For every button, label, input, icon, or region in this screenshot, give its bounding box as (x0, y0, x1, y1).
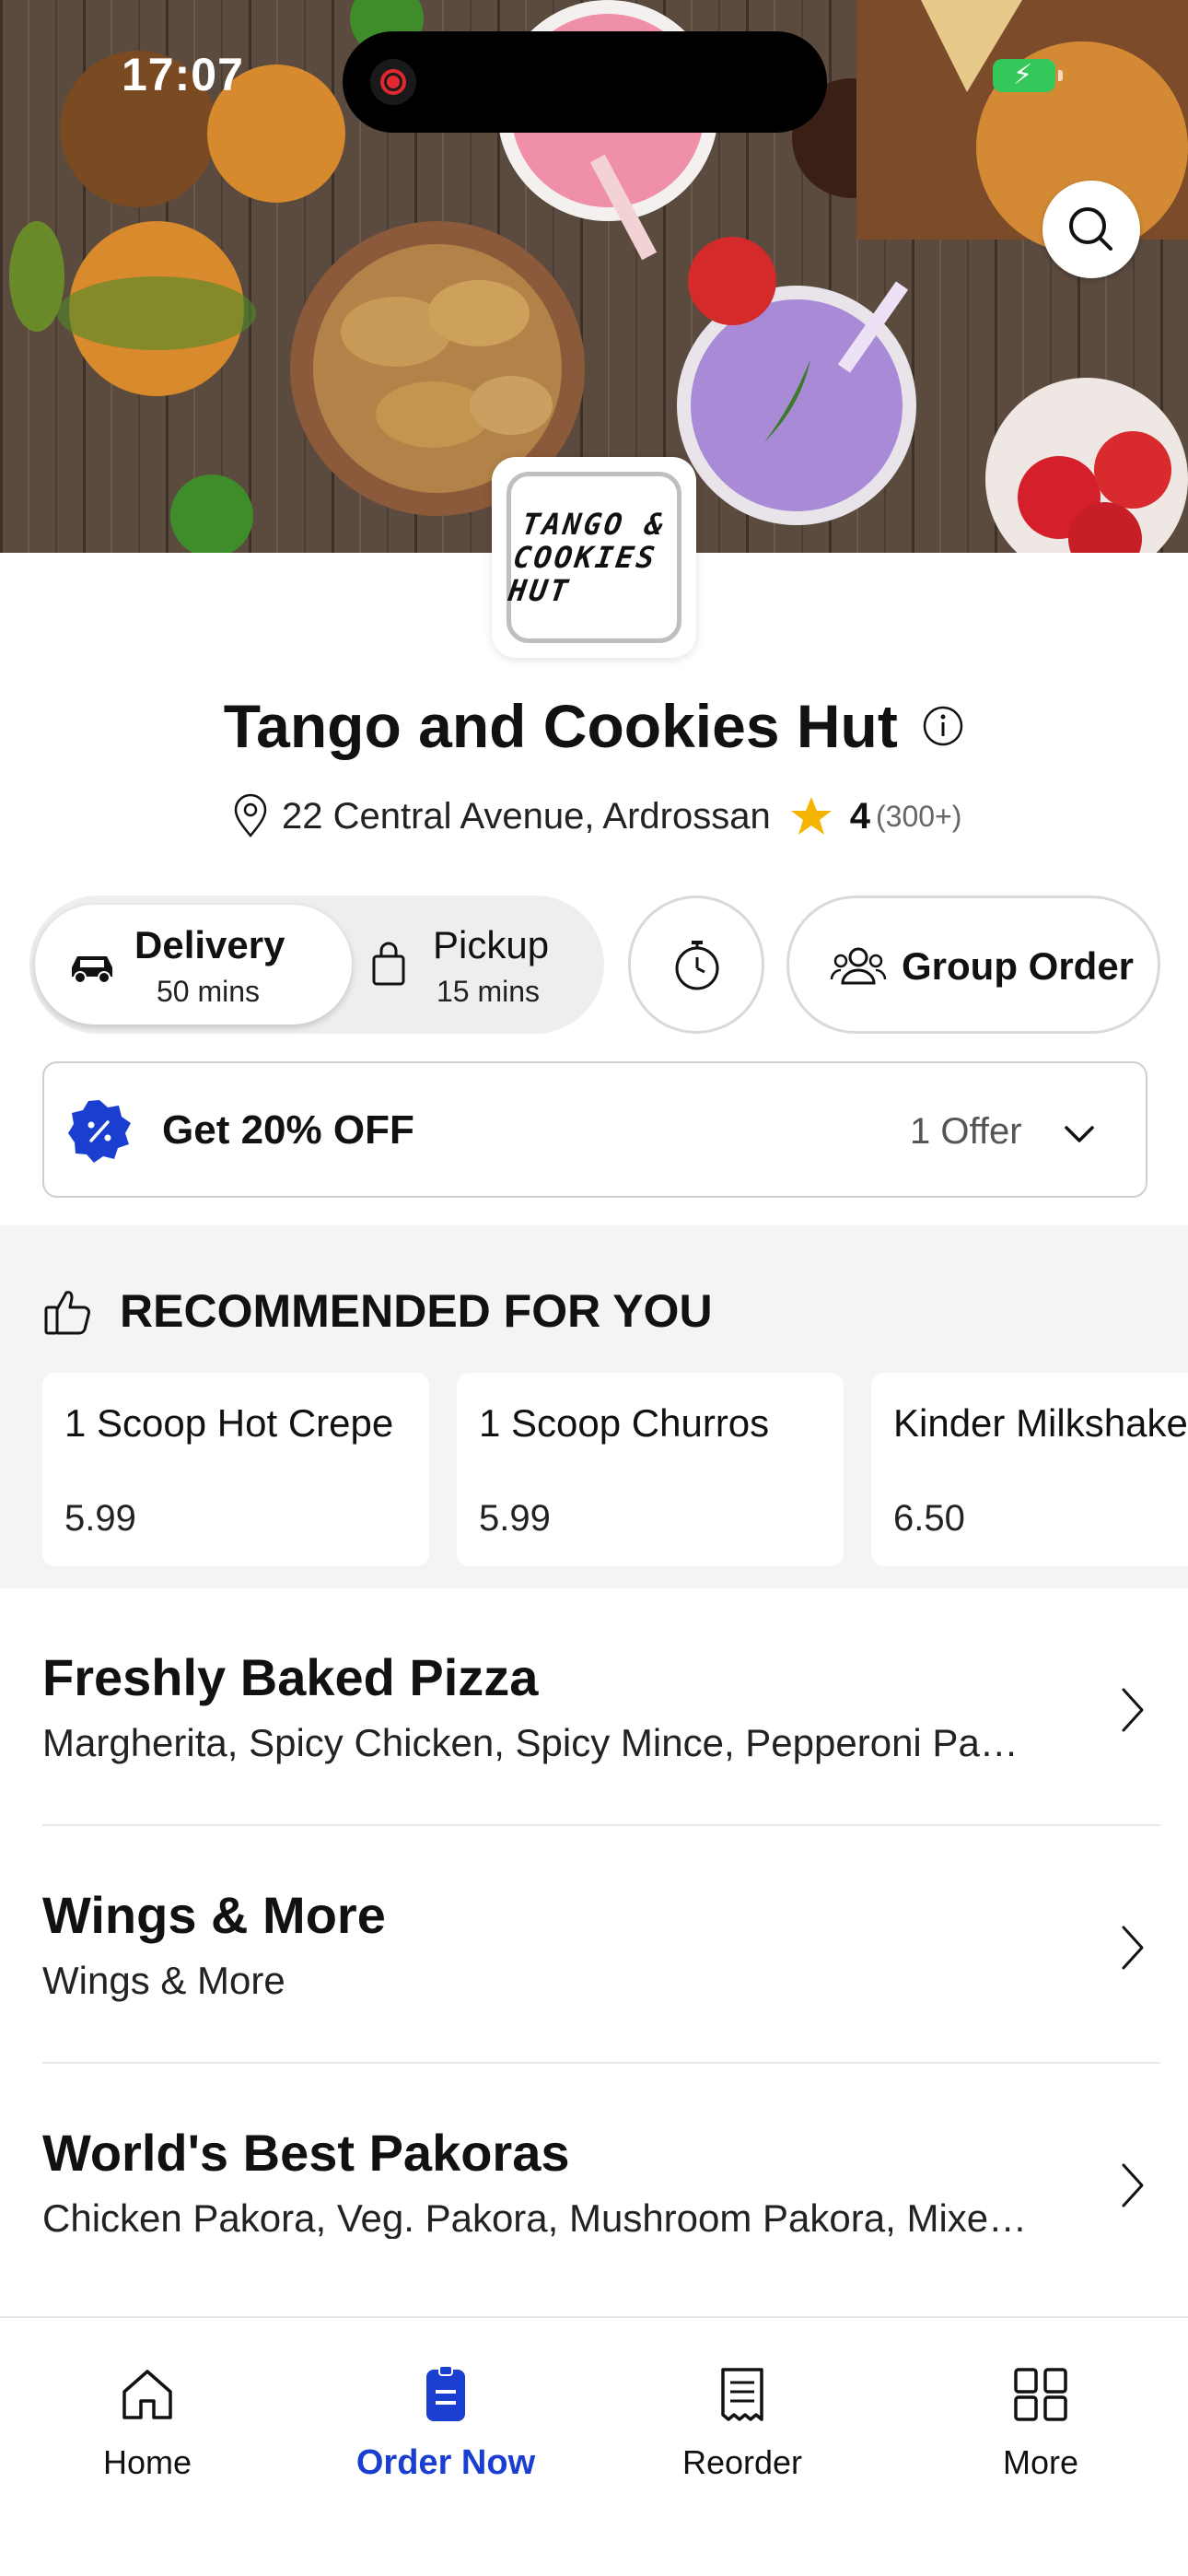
recommended-heading-row: RECOMMENDED FOR YOU (42, 1284, 713, 1338)
status-time: 17:07 (122, 49, 244, 100)
recommended-heading: RECOMMENDED FOR YOU (120, 1285, 713, 1337)
order-icon (426, 2365, 465, 2421)
category-title: World's Best Pakoras (42, 2124, 570, 2182)
battery-charging-icon: ⚡ (993, 59, 1063, 92)
delivery-option[interactable]: Delivery 50 mins (35, 905, 352, 1025)
category-title: Freshly Baked Pizza (42, 1648, 539, 1706)
chevron-down-icon (1065, 1126, 1094, 1142)
category-subtitle: Chicken Pakora, Veg. Pakora, Mushroom Pa… (42, 2196, 1028, 2239)
restaurant-title-row: Tango and Cookies Hut (0, 691, 1188, 761)
recommended-item-name: 1 Scoop Hot Crepe (64, 1401, 394, 1445)
shopping-bag-icon (372, 942, 405, 986)
dynamic-island (343, 31, 827, 133)
recommended-section: RECOMMENDED FOR YOU 1 Scoop Hot Crepe 5.… (0, 1225, 1188, 1588)
schedule-button[interactable] (628, 896, 764, 1034)
pickup-label: Pickup (433, 923, 550, 966)
star-icon (790, 797, 832, 835)
category-row[interactable]: World's Best Pakoras Chicken Pakora, Veg… (42, 2064, 1160, 2239)
category-subtitle: Wings & More (42, 1959, 285, 2002)
home-icon (122, 2370, 172, 2419)
pickup-time: 15 mins (437, 975, 541, 1008)
nav-more-label: More (1002, 2443, 1079, 2481)
recording-indicator-icon (370, 59, 416, 105)
nav-home[interactable]: Home (46, 2364, 249, 2482)
restaurant-address: 22 Central Avenue, Ardrossan (282, 795, 771, 837)
nav-order-now-label: Order Now (355, 2443, 536, 2482)
recommended-item-price: 5.99 (64, 1498, 136, 1539)
group-icon (830, 947, 887, 985)
chevron-right-icon (1122, 2163, 1144, 2207)
restaurant-logo: TANGO & COOKIES HUT (492, 457, 696, 658)
rating-value: 4 (849, 795, 870, 837)
recommended-item[interactable]: 1 Scoop Hot Crepe 5.99 (42, 1373, 429, 1566)
grid-icon (1014, 2368, 1067, 2421)
order-mode-toggle: Delivery 50 mins Pickup 15 mins (29, 896, 604, 1034)
delivery-time: 50 mins (157, 975, 261, 1008)
restaurant-name: Tango and Cookies Hut (223, 692, 898, 760)
offer-count: 1 Offer (910, 1111, 1022, 1152)
delivery-label: Delivery (134, 923, 285, 966)
logo-text-line2: COOKIES HUT (506, 540, 660, 608)
recommended-item-price: 5.99 (479, 1498, 551, 1539)
thumbs-up-icon (44, 1291, 90, 1335)
category-row[interactable]: Wings & More Wings & More (42, 1826, 1160, 2064)
recommended-item-price: 6.50 (893, 1498, 965, 1539)
address-row: 22 Central Avenue, Ardrossan 4 (300+) (230, 789, 961, 844)
nav-reorder[interactable]: Reorder (641, 2364, 844, 2482)
timer-icon (675, 941, 719, 990)
search-button[interactable] (1042, 181, 1140, 278)
bottom-navigation: Home Order Now Reorder More (0, 2316, 1188, 2576)
category-row[interactable]: Freshly Baked Pizza Margherita, Spicy Ch… (42, 1588, 1160, 1826)
nav-home-label: Home (102, 2443, 192, 2481)
chevron-right-icon (1122, 1926, 1144, 1970)
nav-more[interactable]: More (939, 2364, 1142, 2482)
recommended-item-name: 1 Scoop Churros (479, 1401, 770, 1445)
nav-order-now[interactable]: Order Now (344, 2364, 547, 2483)
nav-reorder-label: Reorder (681, 2443, 803, 2481)
rating-count: (300+) (875, 799, 962, 833)
location-pin-icon (234, 793, 267, 837)
group-order-button[interactable]: Group Order (786, 896, 1160, 1034)
recommended-item[interactable]: 1 Scoop Churros 5.99 (457, 1373, 844, 1566)
recommended-item-name: Kinder Milkshake (893, 1401, 1188, 1445)
group-order-label: Group Order (902, 944, 1135, 988)
recommended-item[interactable]: Kinder Milkshake 6.50 (871, 1373, 1188, 1566)
search-icon (1069, 207, 1112, 251)
category-title: Wings & More (42, 1886, 386, 1944)
discount-badge-icon (68, 1100, 131, 1163)
car-icon (72, 956, 112, 984)
receipt-icon (721, 2368, 763, 2421)
offer-label: Get 20% OFF (162, 1107, 414, 1153)
logo-text-line1: TANGO & (519, 507, 669, 542)
info-icon[interactable] (922, 705, 964, 747)
offer-banner[interactable]: Get 20% OFF 1 Offer (42, 1061, 1147, 1198)
category-subtitle: Margherita, Spicy Chicken, Spicy Mince, … (42, 1721, 1019, 1764)
pickup-option[interactable]: Pickup 15 mins (352, 905, 599, 1025)
chevron-right-icon (1122, 1688, 1144, 1732)
